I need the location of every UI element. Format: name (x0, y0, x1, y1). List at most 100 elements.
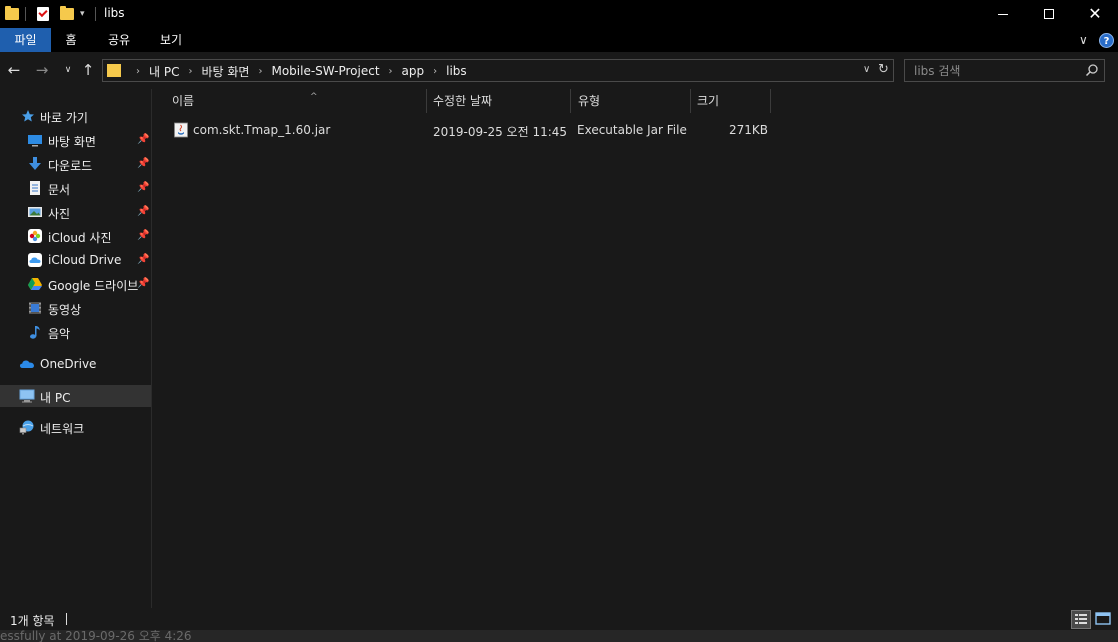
maximize-button[interactable] (1026, 0, 1072, 28)
jar-file-icon (174, 122, 188, 138)
close-button[interactable]: ✕ (1072, 0, 1118, 28)
sidebar-item-label: OneDrive (40, 357, 97, 371)
star-icon (22, 110, 34, 122)
breadcrumb-chevron-icon[interactable]: › (136, 66, 140, 77)
minimize-icon (998, 13, 1008, 15)
sort-ascending-icon: ^ (310, 92, 318, 102)
item-count: 1개 항목 (10, 614, 55, 628)
status-bar: 1개 항목 (0, 608, 1118, 630)
sidebar-item-pictures[interactable]: 사진 📌 (0, 201, 151, 223)
pin-icon[interactable]: 📌 (137, 278, 149, 290)
google-drive-icon (28, 278, 42, 290)
pin-icon[interactable]: 📌 (137, 230, 149, 242)
navigation-bar: ← → ∨ ↑ › 내 PC › 바탕 화면 › Mobile-SW-Proje… (0, 52, 1118, 89)
breadcrumb: › 내 PC › 바탕 화면 › Mobile-SW-Project › app… (127, 63, 467, 79)
sidebar-item-label: 내 PC (40, 391, 71, 405)
sidebar-item-label: 바탕 화면 (48, 135, 96, 149)
address-history-chevron-icon[interactable]: ∨ (863, 64, 870, 75)
pin-icon[interactable]: 📌 (137, 134, 149, 146)
forward-arrow-icon[interactable]: → (33, 61, 51, 79)
folder-icon (107, 64, 121, 77)
pin-icon[interactable]: 📌 (137, 158, 149, 170)
column-divider[interactable] (690, 89, 691, 113)
sidebar-item-documents[interactable]: 문서 📌 (0, 177, 151, 199)
breadcrumb-chevron-icon[interactable]: › (389, 66, 393, 77)
expand-ribbon-chevron-icon[interactable]: ∨ (1079, 33, 1093, 47)
large-icons-view-icon (1095, 612, 1111, 625)
sidebar-item-label: 문서 (48, 183, 71, 197)
back-arrow-icon[interactable]: ← (5, 61, 23, 79)
background-window-strip: essfully at 2019-09-26 오후 4:26 (0, 630, 1118, 642)
column-header-type[interactable]: 유형 (578, 89, 688, 113)
ribbon-tabs: 파일 홈 공유 보기 ∨ ? (0, 28, 1118, 52)
sidebar-item-label: Google 드라이브 (48, 279, 139, 293)
properties-icon[interactable] (37, 5, 49, 23)
sidebar-item-google-drive[interactable]: Google 드라이브 📌 (0, 273, 151, 295)
sidebar-item-label: 사진 (48, 207, 71, 221)
maximize-icon (1044, 9, 1054, 19)
tab-file[interactable]: 파일 (0, 28, 51, 52)
pin-icon[interactable]: 📌 (137, 206, 149, 218)
column-header-size[interactable]: 크기 (697, 89, 767, 113)
details-view-button[interactable] (1071, 610, 1091, 629)
breadcrumb-item-project[interactable]: Mobile-SW-Project (271, 64, 379, 78)
sidebar-item-videos[interactable]: 동영상 (0, 297, 151, 319)
search-icon[interactable] (1085, 63, 1099, 77)
tab-share[interactable]: 공유 (98, 28, 140, 52)
background-window-text: essfully at 2019-09-26 오후 4:26 (0, 630, 192, 642)
tab-home[interactable]: 홈 (55, 28, 87, 52)
column-divider[interactable] (426, 89, 427, 113)
file-modified: 2019-09-25 오전 11:45 (433, 125, 568, 139)
large-icons-view-button[interactable] (1094, 610, 1114, 629)
pin-icon[interactable]: 📌 (137, 182, 149, 194)
sidebar-item-music[interactable]: 음악 (0, 321, 151, 343)
sidebar-item-label: 음악 (48, 327, 71, 341)
file-list: 이름 ^ 수정한 날짜 유형 크기 com.skt.Tmap_1.60.jar … (153, 89, 1118, 608)
up-arrow-icon[interactable]: ↑ (79, 61, 97, 79)
breadcrumb-item-this-pc[interactable]: 내 PC (149, 63, 179, 80)
navigation-pane: 바로 가기 바탕 화면 📌 다운로드 📌 문서 📌 사진 📌 iCloud 사진… (0, 89, 152, 608)
breadcrumb-item-libs[interactable]: libs (446, 64, 467, 78)
download-icon (29, 157, 41, 170)
breadcrumb-chevron-icon[interactable]: › (188, 66, 192, 77)
title-separator (95, 5, 96, 23)
sidebar-item-desktop[interactable]: 바탕 화면 📌 (0, 129, 151, 151)
tab-view[interactable]: 보기 (150, 28, 192, 52)
document-icon (30, 181, 40, 195)
sidebar-item-onedrive[interactable]: OneDrive (0, 353, 151, 375)
sidebar-item-label: 동영상 (48, 303, 82, 317)
onedrive-cloud-icon (20, 360, 34, 368)
new-folder-icon[interactable] (60, 5, 74, 23)
breadcrumb-chevron-icon[interactable]: › (433, 66, 437, 77)
breadcrumb-chevron-icon[interactable]: › (258, 66, 262, 77)
pictures-icon (28, 207, 42, 217)
column-divider[interactable] (770, 89, 771, 113)
column-header-modified[interactable]: 수정한 날짜 (433, 89, 568, 113)
breadcrumb-item-desktop[interactable]: 바탕 화면 (201, 63, 249, 80)
minimize-button[interactable] (980, 0, 1026, 28)
column-header-name[interactable]: 이름 ^ (172, 89, 424, 113)
column-divider[interactable] (570, 89, 571, 113)
column-header-name-label: 이름 (172, 94, 195, 108)
sidebar-item-label: 다운로드 (48, 159, 93, 173)
breadcrumb-item-app[interactable]: app (402, 64, 425, 78)
address-bar[interactable]: › 내 PC › 바탕 화면 › Mobile-SW-Project › app… (102, 59, 894, 82)
network-icon (19, 420, 34, 435)
customize-toolbar-chevron-icon[interactable]: ▾ (80, 5, 85, 23)
file-row[interactable]: com.skt.Tmap_1.60.jar 2019-09-25 오전 11:4… (170, 119, 770, 141)
window-title: libs (104, 6, 125, 20)
search-input[interactable] (905, 60, 1080, 81)
folder-icon (5, 5, 19, 23)
sidebar-item-icloud-photos[interactable]: iCloud 사진 📌 (0, 225, 151, 247)
sidebar-item-network[interactable]: 네트워크 (0, 416, 151, 438)
pin-icon[interactable]: 📌 (137, 254, 149, 266)
recent-locations-chevron-icon[interactable]: ∨ (59, 61, 77, 79)
sidebar-item-quick-access[interactable]: 바로 가기 (0, 105, 151, 127)
sidebar-item-icloud-drive[interactable]: iCloud Drive 📌 (0, 249, 151, 271)
sidebar-item-downloads[interactable]: 다운로드 📌 (0, 153, 151, 175)
refresh-icon[interactable]: ↻ (878, 62, 889, 77)
icloud-drive-icon (28, 253, 42, 267)
sidebar-item-this-pc[interactable]: 내 PC (0, 385, 151, 407)
sidebar-item-label: 바로 가기 (40, 111, 88, 125)
help-icon[interactable]: ? (1099, 33, 1114, 48)
